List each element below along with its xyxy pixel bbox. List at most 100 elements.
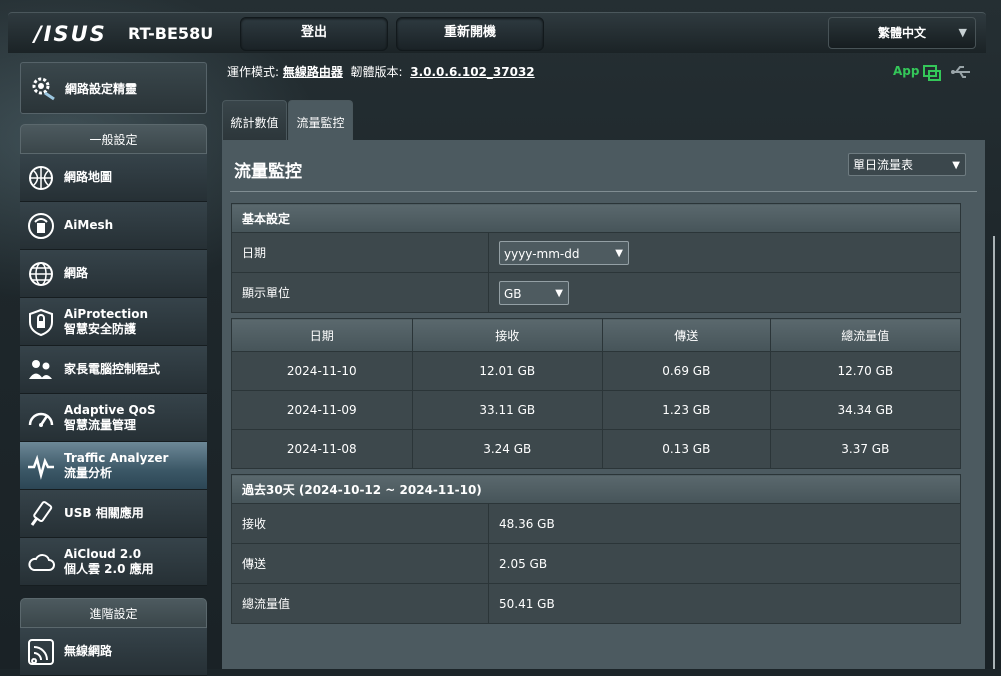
tab-label: 流量監控 [296,116,345,130]
app-label: App [893,64,920,78]
sidebar-item-usb[interactable]: USB 相關應用 [20,490,207,538]
sidebar-item-label: 網路 [64,266,89,280]
wireless-icon [28,639,54,665]
date-label: 日期 [231,232,489,273]
sidebar-item-family[interactable]: 家長電腦控制程式 [20,346,207,394]
sidebar-item-network-globe[interactable]: 網路 [20,250,207,298]
sidebar-item-cloud[interactable]: AiCloud 2.0 個人雲 2.0 應用 [20,538,207,586]
reboot-button[interactable]: 重新開機 [396,17,544,51]
chevron-down-icon: ▼ [952,160,960,171]
summary-tx-label: 傳送 [231,543,489,584]
summary-title: 過去30天 (2024-10-12 ~ 2024-11-10) [231,474,961,504]
table-row: 2024-11-09 33.11 GB 1.23 GB 34.34 GB [231,390,962,430]
op-mode-link[interactable]: 無線路由器 [283,65,343,79]
date-value: yyyy-mm-dd [504,246,580,261]
sidebar-item-label: USB 相關應用 [64,506,144,520]
quick-setup-button[interactable]: 網路設定精靈 [20,62,207,114]
table-cell: 33.11 GB [411,390,603,430]
language-label: 繁體中文 [877,26,926,40]
sidebar-item-label: 無線網路 [64,644,113,658]
column-header: 傳送 [601,318,771,352]
column-header: 日期 [231,318,413,352]
table-row: 2024-11-08 3.24 GB 0.13 GB 3.37 GB [231,429,962,469]
page-scrollbar[interactable] [993,236,995,669]
tab-label: 統計數值 [230,116,279,130]
sidebar-item-aimesh[interactable]: AiMesh [20,202,207,250]
table-row: 2024-11-10 12.01 GB 0.69 GB 12.70 GB [231,351,962,391]
sidebar-item-label: Traffic Analyzer [64,450,169,465]
cloud-icon [28,554,55,571]
unit-value: GB [504,286,522,301]
summary-total-value: 50.41 GB [488,583,961,624]
table-cell: 12.70 GB [769,351,962,391]
sidebar-item-sublabel: 流量分析 [64,465,113,480]
op-mode-label: 運作模式: [227,65,280,79]
sidebar-advanced: 進階設定 無線網路 [20,598,207,676]
sidebar-item-sublabel: 智慧安全防護 [64,321,137,336]
sidebar-item-shield-lock[interactable]: AiProtection 智慧安全防護 [20,298,207,346]
sidebar-item-label: AiCloud 2.0 [64,546,142,561]
globe-map-icon [29,166,53,190]
table-cell: 2024-11-08 [231,429,413,469]
app-link[interactable]: App [893,64,919,78]
quick-setup-label: 網路設定精靈 [65,82,138,96]
app-screens-icon[interactable] [922,64,942,82]
model-name: RT-BE58U [128,24,214,43]
table-cell: 1.23 GB [601,390,771,430]
logout-button[interactable]: 登出 [240,17,388,51]
sidebar-item-globe-map[interactable]: 網路地圖 [20,154,207,202]
chevron-down-icon: ▼ [555,287,563,299]
top-banner: /ISUS RT-BE58U 登出 重新開機 繁體中文 ▼ [8,12,986,53]
usb-status-icon [951,66,970,78]
advanced-section-title: 進階設定 [20,598,207,628]
pulse-icon [28,454,54,480]
unit-label: 顯示單位 [231,272,489,313]
tab-statistics[interactable]: 統計數值 [222,100,287,142]
firmware-label: 韌體版本: [350,65,403,79]
tab-traffic-monitor[interactable]: 流量監控 [288,100,353,141]
sidebar-item-sublabel: 智慧流量管理 [64,417,137,432]
sidebar-item-label: Adaptive QoS [64,402,156,417]
column-header: 接收 [411,318,603,352]
table-cell: 12.01 GB [411,351,603,391]
shield-lock-icon [29,308,53,337]
sidebar-item-label: AiMesh [64,218,114,232]
table-cell: 34.34 GB [769,390,962,430]
sidebar-item-label: 網路地圖 [64,170,113,184]
summary-rx-label: 接收 [231,503,489,544]
sidebar-general: 一般設定 網路地圖 AiMesh 網路 AiProtection 智慧安全防護家長電腦控… [20,124,207,586]
gauge-icon [28,412,54,427]
sidebar-item-pulse[interactable]: Traffic Analyzer 流量分析 [20,442,207,490]
summary-table: 過去30天 (2024-10-12 ~ 2024-11-10) 接收 48.36… [231,474,961,624]
mode-select-value: 單日流量表 [853,158,914,172]
daily-traffic-table: 日期 接收 傳送 總流量值 2024-11-10 12.01 GB 0.69 GB 12.7… [231,318,962,469]
table-cell: 2024-11-10 [231,351,413,391]
table-cell: 3.24 GB [411,429,603,469]
unit-cell: GB ▼ [488,272,961,313]
unit-select[interactable]: GB ▼ [499,280,569,305]
column-header: 總流量值 [769,318,962,352]
basic-settings-table: 基本設定 日期 yyyy-mm-dd ▼ 顯示單位 GB ▼ [231,203,961,313]
basic-settings-title: 基本設定 [231,203,961,233]
sidebar-item-sublabel: 個人雲 2.0 應用 [64,561,154,576]
sidebar-item-label: AiProtection [64,306,148,321]
wizard-gear-icon [32,77,55,101]
summary-total-label: 總流量值 [231,583,489,624]
date-cell: yyyy-mm-dd ▼ [488,232,961,273]
divider [230,191,977,192]
language-select[interactable]: 繁體中文 ▼ [828,17,976,49]
date-picker[interactable]: yyyy-mm-dd ▼ [499,240,629,265]
table-cell: 0.69 GB [601,351,771,391]
family-icon [29,360,52,379]
asus-logo: /ISUS [34,22,107,46]
mode-select[interactable]: 單日流量表 ▼ [848,153,966,176]
aimesh-icon [28,213,54,239]
table-cell: 3.37 GB [769,429,962,469]
sidebar-item-gauge[interactable]: Adaptive QoS 智慧流量管理 [20,394,207,442]
chevron-down-icon: ▼ [958,26,967,39]
sidebar-item-label: 家長電腦控制程式 [64,362,161,376]
firmware-link[interactable]: 3.0.0.6.102_37032 [410,65,534,79]
summary-rx-value: 48.36 GB [488,503,961,544]
network-globe-icon [29,262,53,286]
general-section-title: 一般設定 [20,124,207,154]
